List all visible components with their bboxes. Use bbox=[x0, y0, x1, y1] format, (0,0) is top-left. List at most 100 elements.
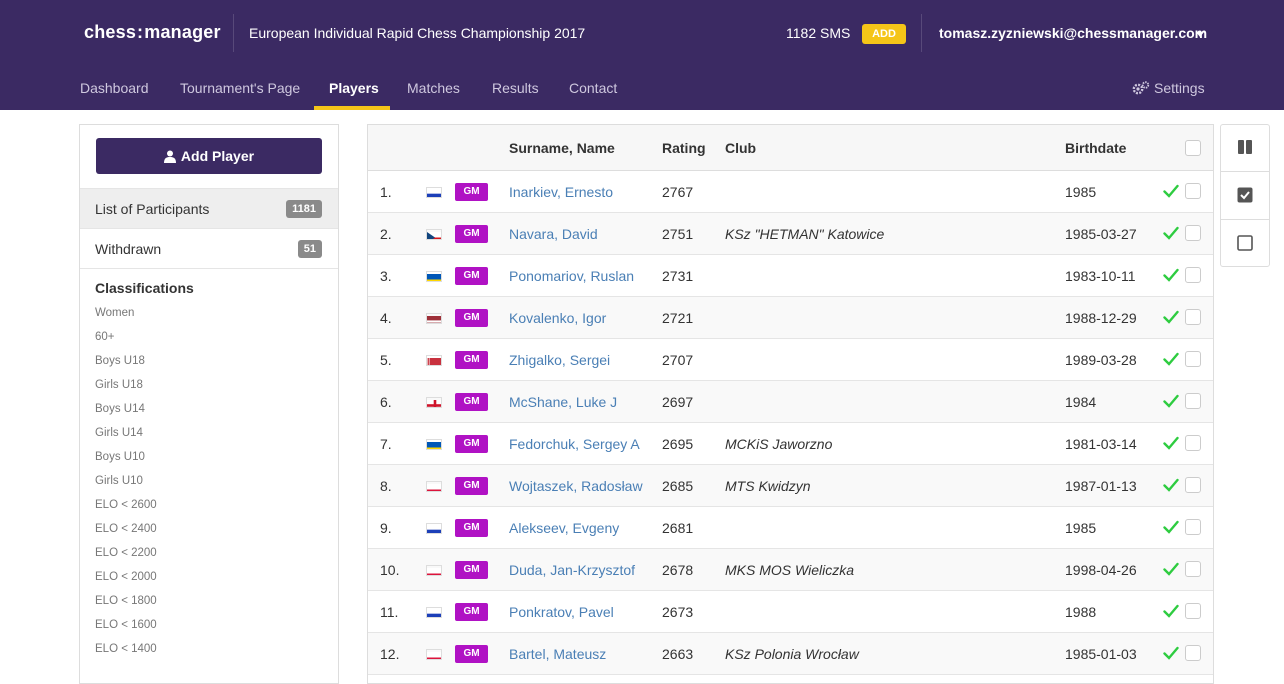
add-player-label: Add Player bbox=[180, 148, 255, 164]
header-rating[interactable]: Rating bbox=[662, 140, 706, 156]
withdrawn-count-badge: 51 bbox=[297, 240, 322, 258]
player-birthdate: 1985 bbox=[1065, 520, 1097, 536]
player-name-link[interactable]: Wojtaszek, Radosław bbox=[509, 478, 643, 494]
table-row[interactable]: 8. GM Wojtaszek, Radosław 2685 MTS Kwidzyn 19… bbox=[368, 465, 1213, 507]
nav-active-indicator bbox=[314, 106, 390, 110]
header-name[interactable]: Surname, Name bbox=[509, 140, 615, 156]
table-row[interactable]: 9. GM Alekseev, Evgeny 2681 1985 bbox=[368, 507, 1213, 549]
classification-item[interactable]: Girls U14 bbox=[95, 427, 143, 439]
country-flag-icon bbox=[426, 607, 442, 618]
check-icon bbox=[1163, 562, 1179, 576]
sidebar-item-label: List of Participants bbox=[95, 201, 210, 217]
title-badge: GM bbox=[455, 645, 488, 663]
classification-item[interactable]: Boys U14 bbox=[95, 403, 145, 415]
row-checkbox[interactable] bbox=[1185, 435, 1201, 451]
player-name-link[interactable]: Ponkratov, Pavel bbox=[509, 604, 614, 620]
row-number: 9. bbox=[380, 520, 392, 536]
classification-item[interactable]: Girls U10 bbox=[95, 475, 143, 487]
settings-label: Settings bbox=[1154, 80, 1205, 96]
classification-item[interactable]: 60+ bbox=[95, 331, 115, 343]
classification-item[interactable]: ELO < 1400 bbox=[95, 643, 157, 655]
player-name-link[interactable]: Alekseev, Evgeny bbox=[509, 520, 619, 536]
country-flag-icon bbox=[426, 523, 442, 534]
player-name-link[interactable]: Duda, Jan-Krzysztof bbox=[509, 562, 635, 578]
classification-item[interactable]: Women bbox=[95, 307, 134, 319]
classification-item[interactable]: Boys U10 bbox=[95, 451, 145, 463]
check-icon bbox=[1163, 604, 1179, 618]
check-icon bbox=[1163, 520, 1179, 534]
player-birthdate: 1985-03-27 bbox=[1065, 226, 1137, 242]
row-checkbox[interactable] bbox=[1185, 351, 1201, 367]
player-name-link[interactable]: Fedorchuk, Sergey A bbox=[509, 436, 640, 452]
classification-item[interactable]: Boys U18 bbox=[95, 355, 145, 367]
sidebar-item-withdrawn[interactable]: Withdrawn 51 bbox=[80, 228, 338, 268]
chevron-down-icon[interactable] bbox=[1196, 32, 1204, 37]
select-all-checkbox[interactable] bbox=[1185, 140, 1201, 156]
nav-players[interactable]: Players bbox=[329, 80, 379, 96]
row-checkbox[interactable] bbox=[1185, 183, 1201, 199]
add-player-button[interactable]: Add Player bbox=[96, 138, 322, 174]
row-checkbox[interactable] bbox=[1185, 267, 1201, 283]
player-birthdate: 1989-03-28 bbox=[1065, 352, 1137, 368]
player-name-link[interactable]: Bartel, Mateusz bbox=[509, 646, 606, 662]
title-badge: GM bbox=[455, 435, 488, 453]
nav-contact[interactable]: Contact bbox=[569, 80, 617, 96]
row-checkbox[interactable] bbox=[1185, 561, 1201, 577]
player-rating: 2731 bbox=[662, 268, 694, 284]
player-club: KSz "HETMAN" Katowice bbox=[725, 226, 885, 242]
classification-item[interactable]: Girls U18 bbox=[95, 379, 143, 391]
table-row[interactable]: 6. GM McShane, Luke J 2697 1984 bbox=[368, 381, 1213, 423]
add-sms-button[interactable]: ADD bbox=[862, 24, 906, 44]
title-badge: GM bbox=[455, 183, 488, 201]
row-number: 11. bbox=[380, 604, 399, 620]
header-club[interactable]: Club bbox=[725, 140, 756, 156]
table-row[interactable]: 10. GM Duda, Jan-Krzysztof 2678 MKS MOS Wiel… bbox=[368, 549, 1213, 591]
table-row[interactable]: 2. GM Navara, David 2751 KSz "HETMAN" Katowi… bbox=[368, 213, 1213, 255]
player-name-link[interactable]: Ponomariov, Ruslan bbox=[509, 268, 634, 284]
country-flag-icon bbox=[426, 439, 442, 450]
table-row[interactable]: 1. GM Inarkiev, Ernesto 2767 1985 bbox=[368, 171, 1213, 213]
player-name-link[interactable]: Inarkiev, Ernesto bbox=[509, 184, 613, 200]
row-checkbox[interactable] bbox=[1185, 393, 1201, 409]
table-row[interactable]: 3. GM Ponomariov, Ruslan 2731 1983-10-11 bbox=[368, 255, 1213, 297]
nav-dashboard[interactable]: Dashboard bbox=[80, 80, 149, 96]
classification-item[interactable]: ELO < 2600 bbox=[95, 499, 157, 511]
player-birthdate: 1985-01-03 bbox=[1065, 646, 1137, 662]
row-number: 10. bbox=[380, 562, 400, 578]
player-name-link[interactable]: Zhigalko, Sergei bbox=[509, 352, 610, 368]
table-row[interactable]: 5. GM Zhigalko, Sergei 2707 1989-03-28 bbox=[368, 339, 1213, 381]
columns-button[interactable] bbox=[1221, 125, 1269, 172]
player-rating: 2685 bbox=[662, 478, 694, 494]
country-flag-icon bbox=[426, 649, 442, 660]
header-birthdate[interactable]: Birthdate bbox=[1065, 140, 1126, 156]
table-row[interactable]: 4. GM Kovalenko, Igor 2721 1988-12-29 bbox=[368, 297, 1213, 339]
classification-item[interactable]: ELO < 2200 bbox=[95, 547, 157, 559]
chessmanager-logo[interactable]: chess:manager bbox=[84, 22, 221, 43]
classification-item[interactable]: ELO < 2400 bbox=[95, 523, 157, 535]
row-checkbox[interactable] bbox=[1185, 645, 1201, 661]
row-checkbox[interactable] bbox=[1185, 603, 1201, 619]
classification-item[interactable]: ELO < 1800 bbox=[95, 595, 157, 607]
player-rating: 2751 bbox=[662, 226, 694, 242]
classification-item[interactable]: ELO < 2000 bbox=[95, 571, 157, 583]
nav-results[interactable]: Results bbox=[492, 80, 539, 96]
table-row[interactable]: 11. GM Ponkratov, Pavel 2673 1988 bbox=[368, 591, 1213, 633]
row-checkbox[interactable] bbox=[1185, 225, 1201, 241]
row-checkbox[interactable] bbox=[1185, 477, 1201, 493]
nav-matches[interactable]: Matches bbox=[407, 80, 460, 96]
sidebar-item-participants[interactable]: List of Participants 1181 bbox=[80, 188, 338, 228]
classification-item[interactable]: ELO < 1600 bbox=[95, 619, 157, 631]
row-checkbox[interactable] bbox=[1185, 309, 1201, 325]
player-name-link[interactable]: McShane, Luke J bbox=[509, 394, 617, 410]
settings-link[interactable]: Settings bbox=[1132, 80, 1205, 96]
uncheck-all-button[interactable] bbox=[1221, 221, 1269, 268]
row-checkbox[interactable] bbox=[1185, 519, 1201, 535]
table-row[interactable]: 7. GM Fedorchuk, Sergey A 2695 MCKiS Jaworzn… bbox=[368, 423, 1213, 465]
player-name-link[interactable]: Navara, David bbox=[509, 226, 598, 242]
participants-count-badge: 1181 bbox=[286, 200, 322, 218]
nav-tournament-page[interactable]: Tournament's Page bbox=[180, 80, 300, 96]
player-name-link[interactable]: Kovalenko, Igor bbox=[509, 310, 606, 326]
user-menu[interactable]: tomasz.zyzniewski@chessmanager.com bbox=[939, 25, 1207, 41]
check-all-button[interactable] bbox=[1221, 173, 1269, 220]
country-flag-icon bbox=[426, 271, 442, 282]
